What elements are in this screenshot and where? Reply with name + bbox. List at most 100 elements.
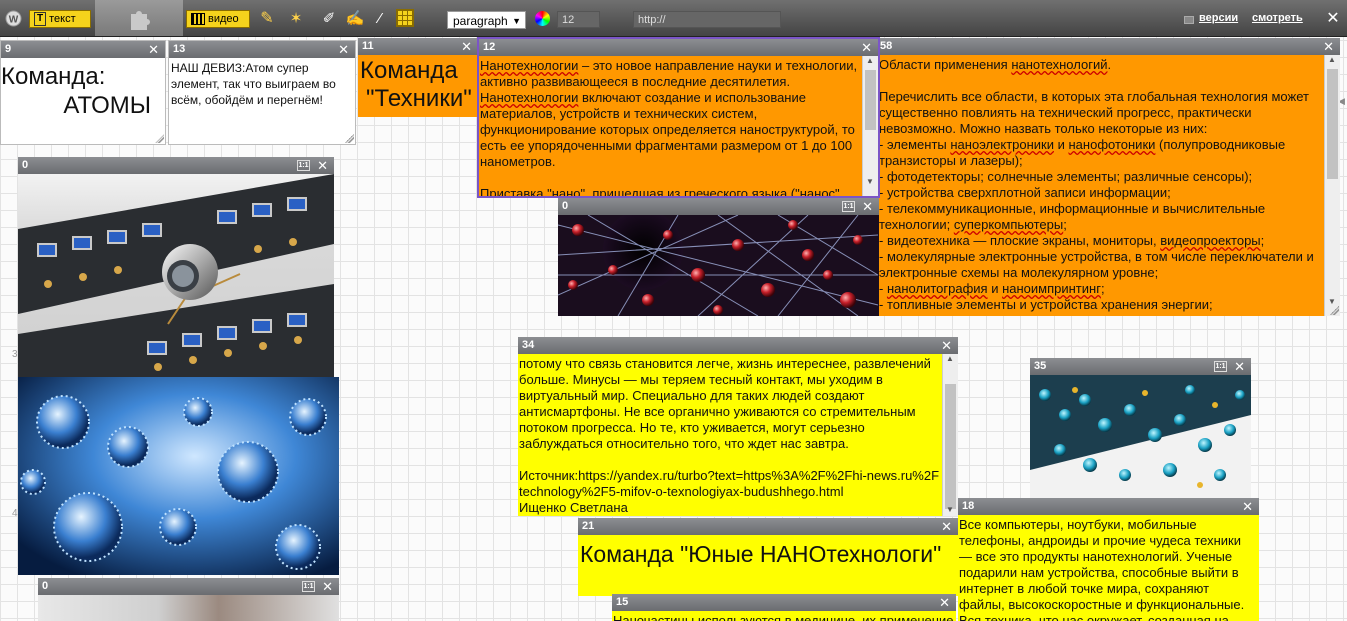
brush-icon[interactable]: ✍ bbox=[344, 0, 366, 36]
scrollbar[interactable]: ▲ ▼ bbox=[862, 56, 878, 196]
puzzle-icon[interactable] bbox=[95, 0, 183, 36]
cells-image bbox=[18, 377, 339, 575]
card-header[interactable]: 0 1:1 ✕ bbox=[558, 198, 879, 215]
card-text: НАШ ДЕВИЗ:Атом супер элемент, так что вы… bbox=[171, 61, 336, 107]
resize-grip-icon[interactable] bbox=[1330, 306, 1339, 315]
card-id: 34 bbox=[522, 339, 535, 351]
close-icon[interactable]: ✕ bbox=[941, 337, 952, 354]
url-input[interactable]: http:// bbox=[633, 11, 781, 28]
add-text-button[interactable]: T текст bbox=[29, 10, 91, 28]
card-header[interactable]: 15 ✕ bbox=[612, 594, 956, 611]
add-video-button[interactable]: видео bbox=[186, 10, 250, 28]
card-text: потому что связь становится легче, жизнь… bbox=[519, 356, 940, 515]
card-nanotech-areas[interactable]: 58 ✕ Области применения нанотехнологий. П… bbox=[876, 38, 1340, 316]
card-id: 11 bbox=[362, 40, 374, 52]
card-title-line1: Команда: bbox=[1, 63, 106, 90]
font-size-input[interactable]: 12 bbox=[557, 11, 600, 28]
card-header[interactable]: 9 ✕ bbox=[1, 41, 165, 58]
card-header[interactable]: 0 1:1 ✕ bbox=[18, 157, 334, 174]
card-text: Все компьютеры, ноутбуки, мобильные теле… bbox=[959, 517, 1245, 621]
view-link[interactable]: смотреть bbox=[1252, 12, 1303, 24]
card-id: 0 bbox=[22, 159, 29, 171]
bottom-image bbox=[38, 595, 339, 621]
add-video-label: видео bbox=[208, 13, 239, 25]
top-toolbar: W T текст видео ✎ ✶ ✐ ✍ ⁄ paragraph ▼ 12… bbox=[0, 0, 1347, 37]
card-id: 35 bbox=[1034, 360, 1047, 372]
card-team-atoms[interactable]: 9 ✕ Команда: АТОМЫ bbox=[0, 40, 166, 145]
card-text: Области применения нанотехнологий. Переч… bbox=[879, 57, 1314, 312]
card-motto[interactable]: 13 ✕ НАШ ДЕВИЗ:Атом супер элемент, так чт… bbox=[168, 40, 356, 145]
card-header[interactable]: 34 ✕ bbox=[518, 337, 958, 354]
paragraph-select[interactable]: paragraph ▼ bbox=[447, 11, 526, 29]
image-card-circuit[interactable]: 0 1:1 ✕ bbox=[18, 157, 334, 377]
card-team-technics[interactable]: 11 ✕ Команда "Техники" bbox=[358, 38, 478, 117]
image-card-nanotubes[interactable]: 35 1:1 ✕ bbox=[1030, 358, 1251, 498]
close-icon[interactable]: ✕ bbox=[1234, 358, 1245, 375]
logo-icon[interactable]: W bbox=[3, 0, 23, 36]
paragraph-select-value: paragraph bbox=[453, 14, 508, 28]
text-icon: T bbox=[34, 12, 47, 26]
image-card-lattice[interactable]: 0 1:1 ✕ bbox=[558, 198, 879, 316]
eraser-icon[interactable]: ✐ bbox=[318, 0, 340, 36]
close-icon[interactable]: ✕ bbox=[317, 157, 328, 174]
image-card-cells[interactable] bbox=[18, 377, 339, 575]
versions-link[interactable]: версии bbox=[1199, 12, 1238, 24]
close-icon[interactable]: ✕ bbox=[1323, 38, 1334, 55]
scrollbar[interactable]: ▲ ▼ bbox=[942, 354, 958, 516]
card-id: 18 bbox=[962, 500, 975, 512]
card-team-young[interactable]: 21 ✕ Команда "Юные НАНОтехнологи" bbox=[578, 518, 958, 596]
close-icon[interactable]: ✕ bbox=[939, 594, 950, 611]
close-icon[interactable]: ✕ bbox=[461, 38, 472, 55]
card-medicine[interactable]: 15 ✕ Наночастицы используются в медицине,… bbox=[612, 594, 956, 621]
grid-icon[interactable] bbox=[394, 0, 416, 36]
card-title-line1: Команда bbox=[360, 57, 458, 84]
card-header[interactable]: 35 1:1 ✕ bbox=[1030, 358, 1251, 375]
card-header[interactable]: 0 1:1 ✕ bbox=[38, 578, 339, 595]
close-icon[interactable]: ✕ bbox=[861, 39, 872, 56]
card-header[interactable]: 12 ✕ bbox=[479, 39, 878, 56]
card-future-tech[interactable]: 34 ✕ потому что связь становится легче, ж… bbox=[518, 337, 958, 516]
resize-grip-icon[interactable] bbox=[155, 134, 164, 143]
card-id: 12 bbox=[483, 41, 496, 53]
close-icon[interactable]: ✕ bbox=[941, 518, 952, 535]
card-id: 9 bbox=[5, 43, 12, 55]
card-header[interactable]: 13 ✕ bbox=[169, 41, 355, 58]
card-header[interactable]: 11 ✕ bbox=[358, 38, 478, 55]
card-devices[interactable]: 18 ✕ Все компьютеры, ноутбуки, мобильные … bbox=[958, 498, 1259, 621]
magic-wand-icon[interactable]: ✶ bbox=[284, 0, 308, 36]
scrollbar[interactable]: ▲ ▼ bbox=[1324, 55, 1340, 316]
color-picker-icon[interactable] bbox=[532, 0, 552, 36]
pen-icon[interactable]: ✎ bbox=[255, 0, 279, 36]
close-icon[interactable]: ✕ bbox=[322, 578, 333, 595]
close-icon[interactable]: ✕ bbox=[338, 41, 349, 58]
add-text-label: текст bbox=[49, 13, 76, 25]
card-id: 58 bbox=[880, 40, 893, 52]
close-icon[interactable]: ✕ bbox=[1323, 0, 1343, 36]
line-tool-icon[interactable]: ⁄ bbox=[369, 0, 391, 36]
svg-text:W: W bbox=[8, 14, 18, 25]
nanotubes-image bbox=[1030, 375, 1251, 498]
resize-grip-icon[interactable] bbox=[345, 134, 354, 143]
card-header[interactable]: 18 ✕ bbox=[958, 498, 1259, 515]
card-nanotech-definition[interactable]: 12 ✕ Нанотехнологии – это новое направлен… bbox=[477, 37, 880, 198]
versions-checkbox[interactable] bbox=[1184, 16, 1194, 24]
card-id: 15 bbox=[616, 596, 629, 608]
close-icon[interactable]: ✕ bbox=[862, 198, 873, 215]
fullscreen-icon[interactable]: 1:1 bbox=[1214, 361, 1227, 372]
card-title: Команда "Юные НАНОтехнологи" bbox=[580, 541, 942, 567]
fullscreen-icon[interactable]: 1:1 bbox=[297, 160, 310, 171]
card-id: 13 bbox=[173, 43, 186, 55]
image-card-bottom[interactable]: 0 1:1 ✕ bbox=[38, 578, 339, 621]
fullscreen-icon[interactable]: 1:1 bbox=[302, 581, 315, 592]
ruler-mark: 3 bbox=[12, 349, 18, 360]
card-header[interactable]: 21 ✕ bbox=[578, 518, 958, 535]
circuit-image bbox=[18, 174, 334, 377]
card-id: 0 bbox=[42, 580, 49, 592]
lattice-image bbox=[558, 215, 879, 316]
fullscreen-icon[interactable]: 1:1 bbox=[842, 201, 855, 212]
card-header[interactable]: 58 ✕ bbox=[876, 38, 1340, 55]
card-title-line2: АТОМЫ bbox=[63, 92, 151, 119]
close-icon[interactable]: ✕ bbox=[148, 41, 159, 58]
close-icon[interactable]: ✕ bbox=[1242, 498, 1253, 515]
chevron-down-icon: ▼ bbox=[512, 16, 521, 26]
